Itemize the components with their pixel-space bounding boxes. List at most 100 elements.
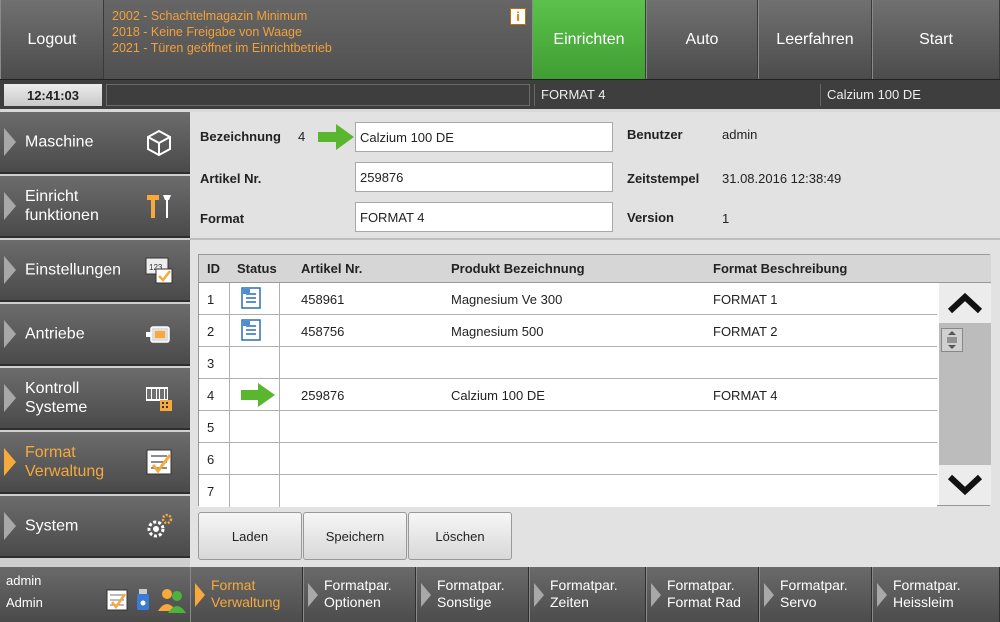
- sidebar-item-kontrollsysteme[interactable]: Kontroll Systeme: [0, 368, 190, 430]
- sidebar-item-maschine[interactable]: Maschine: [0, 112, 190, 174]
- column-divider: [229, 283, 230, 507]
- cell-id: 5: [207, 420, 215, 435]
- format-panel: Bezeichnung 4 Artikel Nr. Format Benutze…: [190, 112, 1000, 567]
- current-format: FORMAT 4: [534, 84, 816, 106]
- triangle-right-icon: [534, 582, 544, 607]
- chevron-down-icon: [947, 474, 983, 496]
- tab-formatpar-heissleim[interactable]: Formatpar. Heissleim: [872, 567, 1000, 622]
- table-row[interactable]: 7: [199, 475, 937, 507]
- cell-id: 6: [207, 452, 215, 467]
- sidebar-item-system[interactable]: System: [0, 496, 190, 558]
- artikel-label: Artikel Nr.: [200, 171, 262, 186]
- info-icon[interactable]: i: [510, 8, 526, 25]
- speichern-button[interactable]: Speichern: [303, 512, 407, 560]
- cell-format: FORMAT 2: [713, 324, 778, 339]
- scroll-down-button[interactable]: [939, 465, 991, 505]
- triangle-right-icon: [195, 582, 205, 607]
- tab-formatpar-zeiten[interactable]: Formatpar. Zeiten: [529, 567, 646, 622]
- checklist-icon[interactable]: [106, 589, 128, 611]
- cell-produkt: Magnesium 500: [451, 324, 544, 339]
- tab-label: Format Verwaltung: [211, 577, 281, 610]
- cell-id: 1: [207, 292, 215, 307]
- message-line: 2002 - Schachtelmagazin Minimum: [112, 9, 308, 23]
- scroll-up-button[interactable]: [939, 283, 991, 323]
- users-icon[interactable]: [158, 587, 186, 613]
- cell-format: FORMAT 4: [713, 388, 778, 403]
- green-arrow-icon: [318, 124, 354, 150]
- cell-artikel: 458756: [301, 324, 345, 339]
- laden-button[interactable]: Laden: [198, 512, 302, 560]
- tab-label: Formatpar. Zeiten: [550, 577, 618, 610]
- cell-id: 2: [207, 324, 215, 339]
- green-arrow-icon: [241, 383, 275, 407]
- table-row[interactable]: 4 259876 Calzium 100 DE FORMAT 4: [199, 379, 937, 411]
- sidebar-item-label: Einricht funktionen: [25, 188, 99, 224]
- header-format: Format Beschreibung: [713, 261, 848, 276]
- cell-produkt: Calzium 100 DE: [451, 388, 545, 403]
- tab-label: Formatpar. Optionen: [324, 577, 392, 610]
- triangle-right-icon: [764, 582, 774, 607]
- benutzer-label: Benutzer: [627, 127, 683, 142]
- mode-auto-button[interactable]: Auto: [646, 0, 758, 79]
- benutzer-value: admin: [722, 127, 758, 142]
- cell-artikel: 458961: [301, 292, 345, 307]
- document-icon: [241, 287, 261, 309]
- version-value: 1: [722, 211, 730, 226]
- user-name: admin: [6, 573, 42, 588]
- triangle-right-icon: [4, 512, 16, 540]
- sidebar-item-einrichtfunktionen[interactable]: Einricht funktionen: [0, 176, 190, 238]
- tab-formatpar-format-rad[interactable]: Formatpar. Format Rad: [646, 567, 759, 622]
- artikel-input[interactable]: [355, 162, 613, 192]
- mode-einrichten-button[interactable]: Einrichten: [532, 0, 646, 79]
- tab-format-verwaltung[interactable]: Format Verwaltung: [190, 567, 303, 622]
- start-button[interactable]: Start: [872, 0, 1000, 79]
- version-label: Version: [627, 210, 674, 225]
- usb-stick-icon[interactable]: [136, 589, 150, 611]
- triangle-right-icon: [308, 582, 318, 607]
- table-row[interactable]: 2 458756 Magnesium 500 FORMAT 2: [199, 315, 937, 347]
- table-row[interactable]: 5: [199, 411, 937, 443]
- sidebar-item-format-verwaltung[interactable]: Format Verwaltung: [0, 432, 190, 494]
- sidebar-item-label: Format Verwaltung: [25, 444, 105, 480]
- status-bar: 12:41:03 FORMAT 4 Calzium 100 DE: [0, 79, 1000, 109]
- triangle-right-icon: [4, 320, 16, 348]
- zeitstempel-label: Zeitstempel: [627, 171, 700, 186]
- bezeichnung-input[interactable]: [355, 122, 613, 152]
- chevron-up-icon: [947, 292, 983, 314]
- gears-icon: [147, 513, 173, 538]
- tab-formatpar-optionen[interactable]: Formatpar. Optionen: [303, 567, 416, 622]
- triangle-right-icon: [877, 582, 887, 607]
- triangle-right-icon: [421, 582, 431, 607]
- cube-icon: [147, 129, 171, 157]
- sidebar-item-label: System: [25, 517, 79, 535]
- message-line: 2018 - Keine Freigabe von Waage: [112, 25, 302, 39]
- mode-leerfahren-button[interactable]: Leerfahren: [758, 0, 872, 79]
- format-label: Format: [200, 211, 245, 226]
- triangle-right-icon: [4, 128, 16, 156]
- header-produkt: Produkt Bezeichnung: [451, 261, 585, 276]
- user-area: admin Admin: [0, 567, 190, 622]
- logout-button[interactable]: Logout: [0, 0, 104, 79]
- sidebar-item-label: Kontroll Systeme: [25, 380, 88, 416]
- sidebar-item-label: Einstellungen: [25, 261, 122, 279]
- tab-formatpar-servo[interactable]: Formatpar. Servo: [759, 567, 872, 622]
- cell-id: 3: [207, 356, 215, 371]
- status-message-field: [106, 84, 530, 106]
- sidebar: Maschine Einricht funktionen Einstellunge…: [0, 112, 190, 567]
- table-row[interactable]: 3: [199, 347, 937, 379]
- message-line: 2021 - Türen geöffnet im Einrichtbetrieb: [112, 41, 332, 55]
- scrollbar[interactable]: [939, 283, 991, 505]
- sidebar-item-antriebe[interactable]: Antriebe: [0, 304, 190, 366]
- triangle-right-icon: [4, 256, 16, 284]
- scroll-thumb[interactable]: [941, 328, 963, 352]
- sidebar-item-einstellungen[interactable]: Einstellungen 123: [0, 240, 190, 302]
- table-row[interactable]: 1 458961 Magnesium Ve 300 FORMAT 1: [199, 283, 937, 315]
- cell-format: FORMAT 1: [713, 292, 778, 307]
- user-role: Admin: [6, 595, 43, 610]
- tab-formatpar-sonstige[interactable]: Formatpar. Sonstige: [416, 567, 529, 622]
- format-input[interactable]: [355, 202, 613, 232]
- loeschen-button[interactable]: Löschen: [408, 512, 512, 560]
- table-row[interactable]: 6: [199, 443, 937, 475]
- column-divider: [279, 283, 280, 507]
- tab-label: Formatpar. Format Rad: [667, 577, 741, 610]
